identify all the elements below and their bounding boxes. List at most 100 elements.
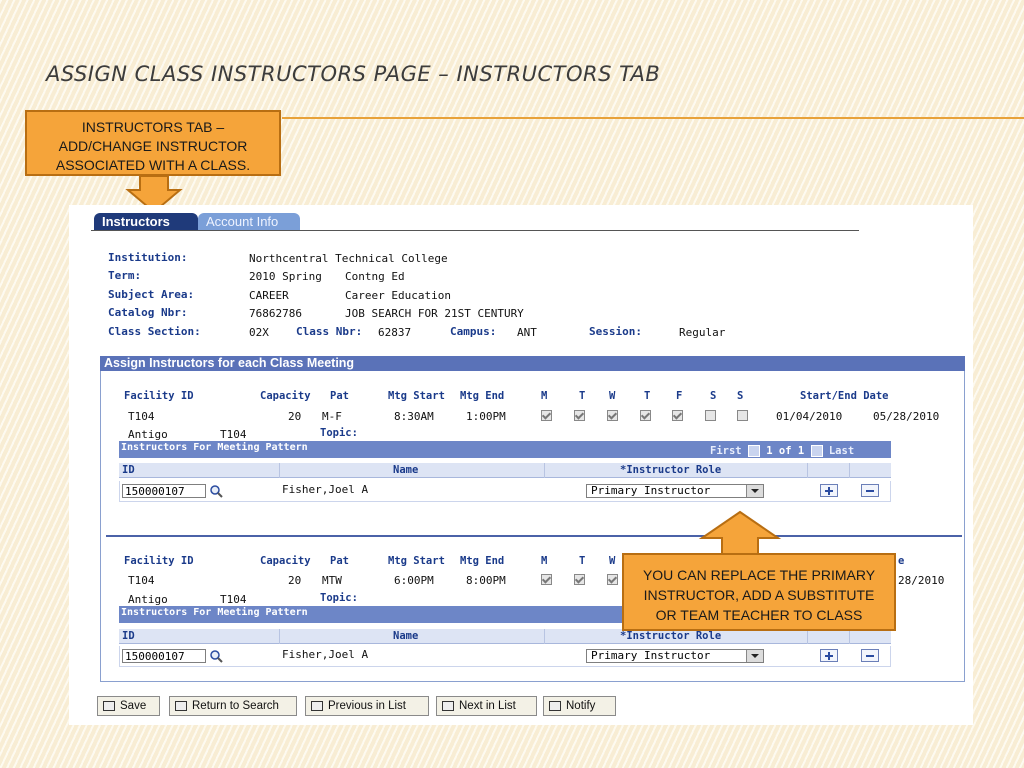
instructor-role-select[interactable]: Primary Instructor <box>586 649 764 663</box>
add-row-button[interactable] <box>820 484 838 497</box>
grid-divider <box>544 629 545 644</box>
day-checkbox-sun[interactable] <box>737 410 748 421</box>
pat-value: M-F <box>322 410 342 423</box>
notify-icon <box>549 701 561 711</box>
delete-row-button[interactable] <box>861 484 879 497</box>
end-date-fragment: 28/2010 <box>898 574 945 587</box>
grid-navigation: First 1 of 1 Last <box>710 445 854 457</box>
day-checkbox-mon[interactable] <box>541 410 552 421</box>
col-capacity: Capacity <box>260 390 311 402</box>
col-mtg-end: Mtg End <box>460 390 505 402</box>
room-value: T104 <box>220 428 247 441</box>
instructor-grid-header: ID Name *Instructor Role <box>119 463 891 478</box>
nav-first[interactable]: First <box>710 445 742 457</box>
mtg-end-value: 1:00PM <box>466 410 506 423</box>
capacity-value: 20 <box>288 574 302 587</box>
delete-row-button[interactable] <box>861 649 879 662</box>
instructor-role-select[interactable]: Primary Instructor <box>586 484 764 498</box>
day-checkbox-thu[interactable] <box>640 410 651 421</box>
chevron-down-icon[interactable] <box>746 485 763 497</box>
grid-divider <box>279 629 280 644</box>
day-checkbox-tue[interactable] <box>574 410 585 421</box>
topic-label: Topic: <box>320 427 358 439</box>
lookup-icon[interactable] <box>209 484 223 498</box>
day-checkbox-wed[interactable] <box>607 410 618 421</box>
down-arrow-list-icon <box>442 701 454 711</box>
tab-instructors[interactable]: Instructors <box>94 213 198 230</box>
subject-code: CAREER <box>249 289 289 302</box>
add-row-button[interactable] <box>820 649 838 662</box>
tab-divider <box>91 230 859 231</box>
save-button[interactable]: Save <box>97 696 160 716</box>
nav-next-icon[interactable] <box>810 445 823 457</box>
section-value: 02X <box>249 326 269 339</box>
capacity-value: 20 <box>288 410 302 423</box>
col-date-fragment: e <box>898 555 905 567</box>
term-code: 2010 Spring <box>249 270 322 283</box>
col-mtg-start: Mtg Start <box>388 390 445 402</box>
grid-divider <box>849 463 850 478</box>
grid-col-id: ID <box>122 464 135 476</box>
day-checkbox-wed[interactable] <box>607 574 618 585</box>
col-day-w: W <box>609 390 616 402</box>
col-mtg-end: Mtg End <box>460 555 505 567</box>
class-nbr-value: 62837 <box>378 326 412 339</box>
col-capacity: Capacity <box>260 555 311 567</box>
chevron-down-icon[interactable] <box>746 650 763 662</box>
subject-desc: Career Education <box>345 289 451 302</box>
role-value: Primary Instructor <box>591 649 711 662</box>
assign-instructors-header: Assign Instructors for each Class Meetin… <box>100 356 965 371</box>
slide-title: ASSIGN CLASS INSTRUCTORS PAGE – INSTRUCT… <box>46 62 661 86</box>
tab-account-info[interactable]: Account Info <box>198 213 300 230</box>
session-value: Regular <box>679 326 726 339</box>
role-value: Primary Instructor <box>591 484 711 497</box>
facility-value: T104 <box>128 574 155 587</box>
term-label: Term: <box>108 269 142 282</box>
day-checkbox-mon[interactable] <box>541 574 552 585</box>
grid-divider <box>807 629 808 644</box>
instructor-id-input[interactable]: 150000107 <box>122 649 206 663</box>
grid-col-role: *Instructor Role <box>620 630 722 642</box>
col-facility-id: Facility ID <box>124 390 194 402</box>
grid-divider <box>807 463 808 478</box>
location-value: Antigo <box>128 593 168 606</box>
campus-value: ANT <box>517 326 537 339</box>
previous-label: Previous in List <box>328 700 406 712</box>
col-start-end-date: Start/End Date <box>800 390 889 402</box>
callout-line: ADD/CHANGE INSTRUCTOR <box>58 138 248 154</box>
nav-prev-icon[interactable] <box>747 445 760 457</box>
col-day-t: T <box>579 390 586 402</box>
next-in-list-button[interactable]: Next in List <box>436 696 537 716</box>
catalog-label: Catalog Nbr: <box>108 306 188 319</box>
meeting-separator <box>106 535 962 537</box>
grid-title-text: Instructors For Meeting Pattern <box>121 442 308 453</box>
col-day-m: M <box>541 390 548 402</box>
previous-in-list-button[interactable]: Previous in List <box>305 696 429 716</box>
instructor-id-input[interactable]: 150000107 <box>122 484 206 498</box>
nav-last[interactable]: Last <box>829 445 854 457</box>
instructor-grid-header: ID Name *Instructor Role <box>119 629 891 644</box>
notify-button[interactable]: Notify <box>543 696 616 716</box>
grid-title-text: Instructors For Meeting Pattern <box>121 607 308 618</box>
campus-label: Campus: <box>450 325 497 338</box>
callout-replace-instructor: YOU CAN REPLACE THE PRIMARY INSTRUCTOR, … <box>622 553 896 631</box>
day-checkbox-sat[interactable] <box>705 410 716 421</box>
nav-page: 1 of 1 <box>766 445 805 457</box>
location-value: Antigo <box>128 428 168 441</box>
pat-value: MTW <box>322 574 342 587</box>
col-day-th: T <box>644 390 651 402</box>
end-date-value: 05/28/2010 <box>873 410 940 423</box>
return-to-search-button[interactable]: Return to Search <box>169 696 297 716</box>
save-label: Save <box>120 700 147 712</box>
lookup-icon[interactable] <box>209 649 223 663</box>
col-facility-id: Facility ID <box>124 555 194 567</box>
table-row: 150000107 Fisher,Joel A Primary Instruct… <box>119 481 891 502</box>
day-checkbox-fri[interactable] <box>672 410 683 421</box>
day-checkbox-tue[interactable] <box>574 574 585 585</box>
col-day-f: F <box>676 390 683 402</box>
catalog-desc: JOB SEARCH FOR 21ST CENTURY <box>345 307 524 320</box>
instructor-name: Fisher,Joel A <box>282 648 369 661</box>
grid-col-role: *Instructor Role <box>620 464 722 476</box>
callout-line: ASSOCIATED WITH A CLASS. <box>55 157 251 173</box>
grid-col-name: Name <box>393 464 419 476</box>
